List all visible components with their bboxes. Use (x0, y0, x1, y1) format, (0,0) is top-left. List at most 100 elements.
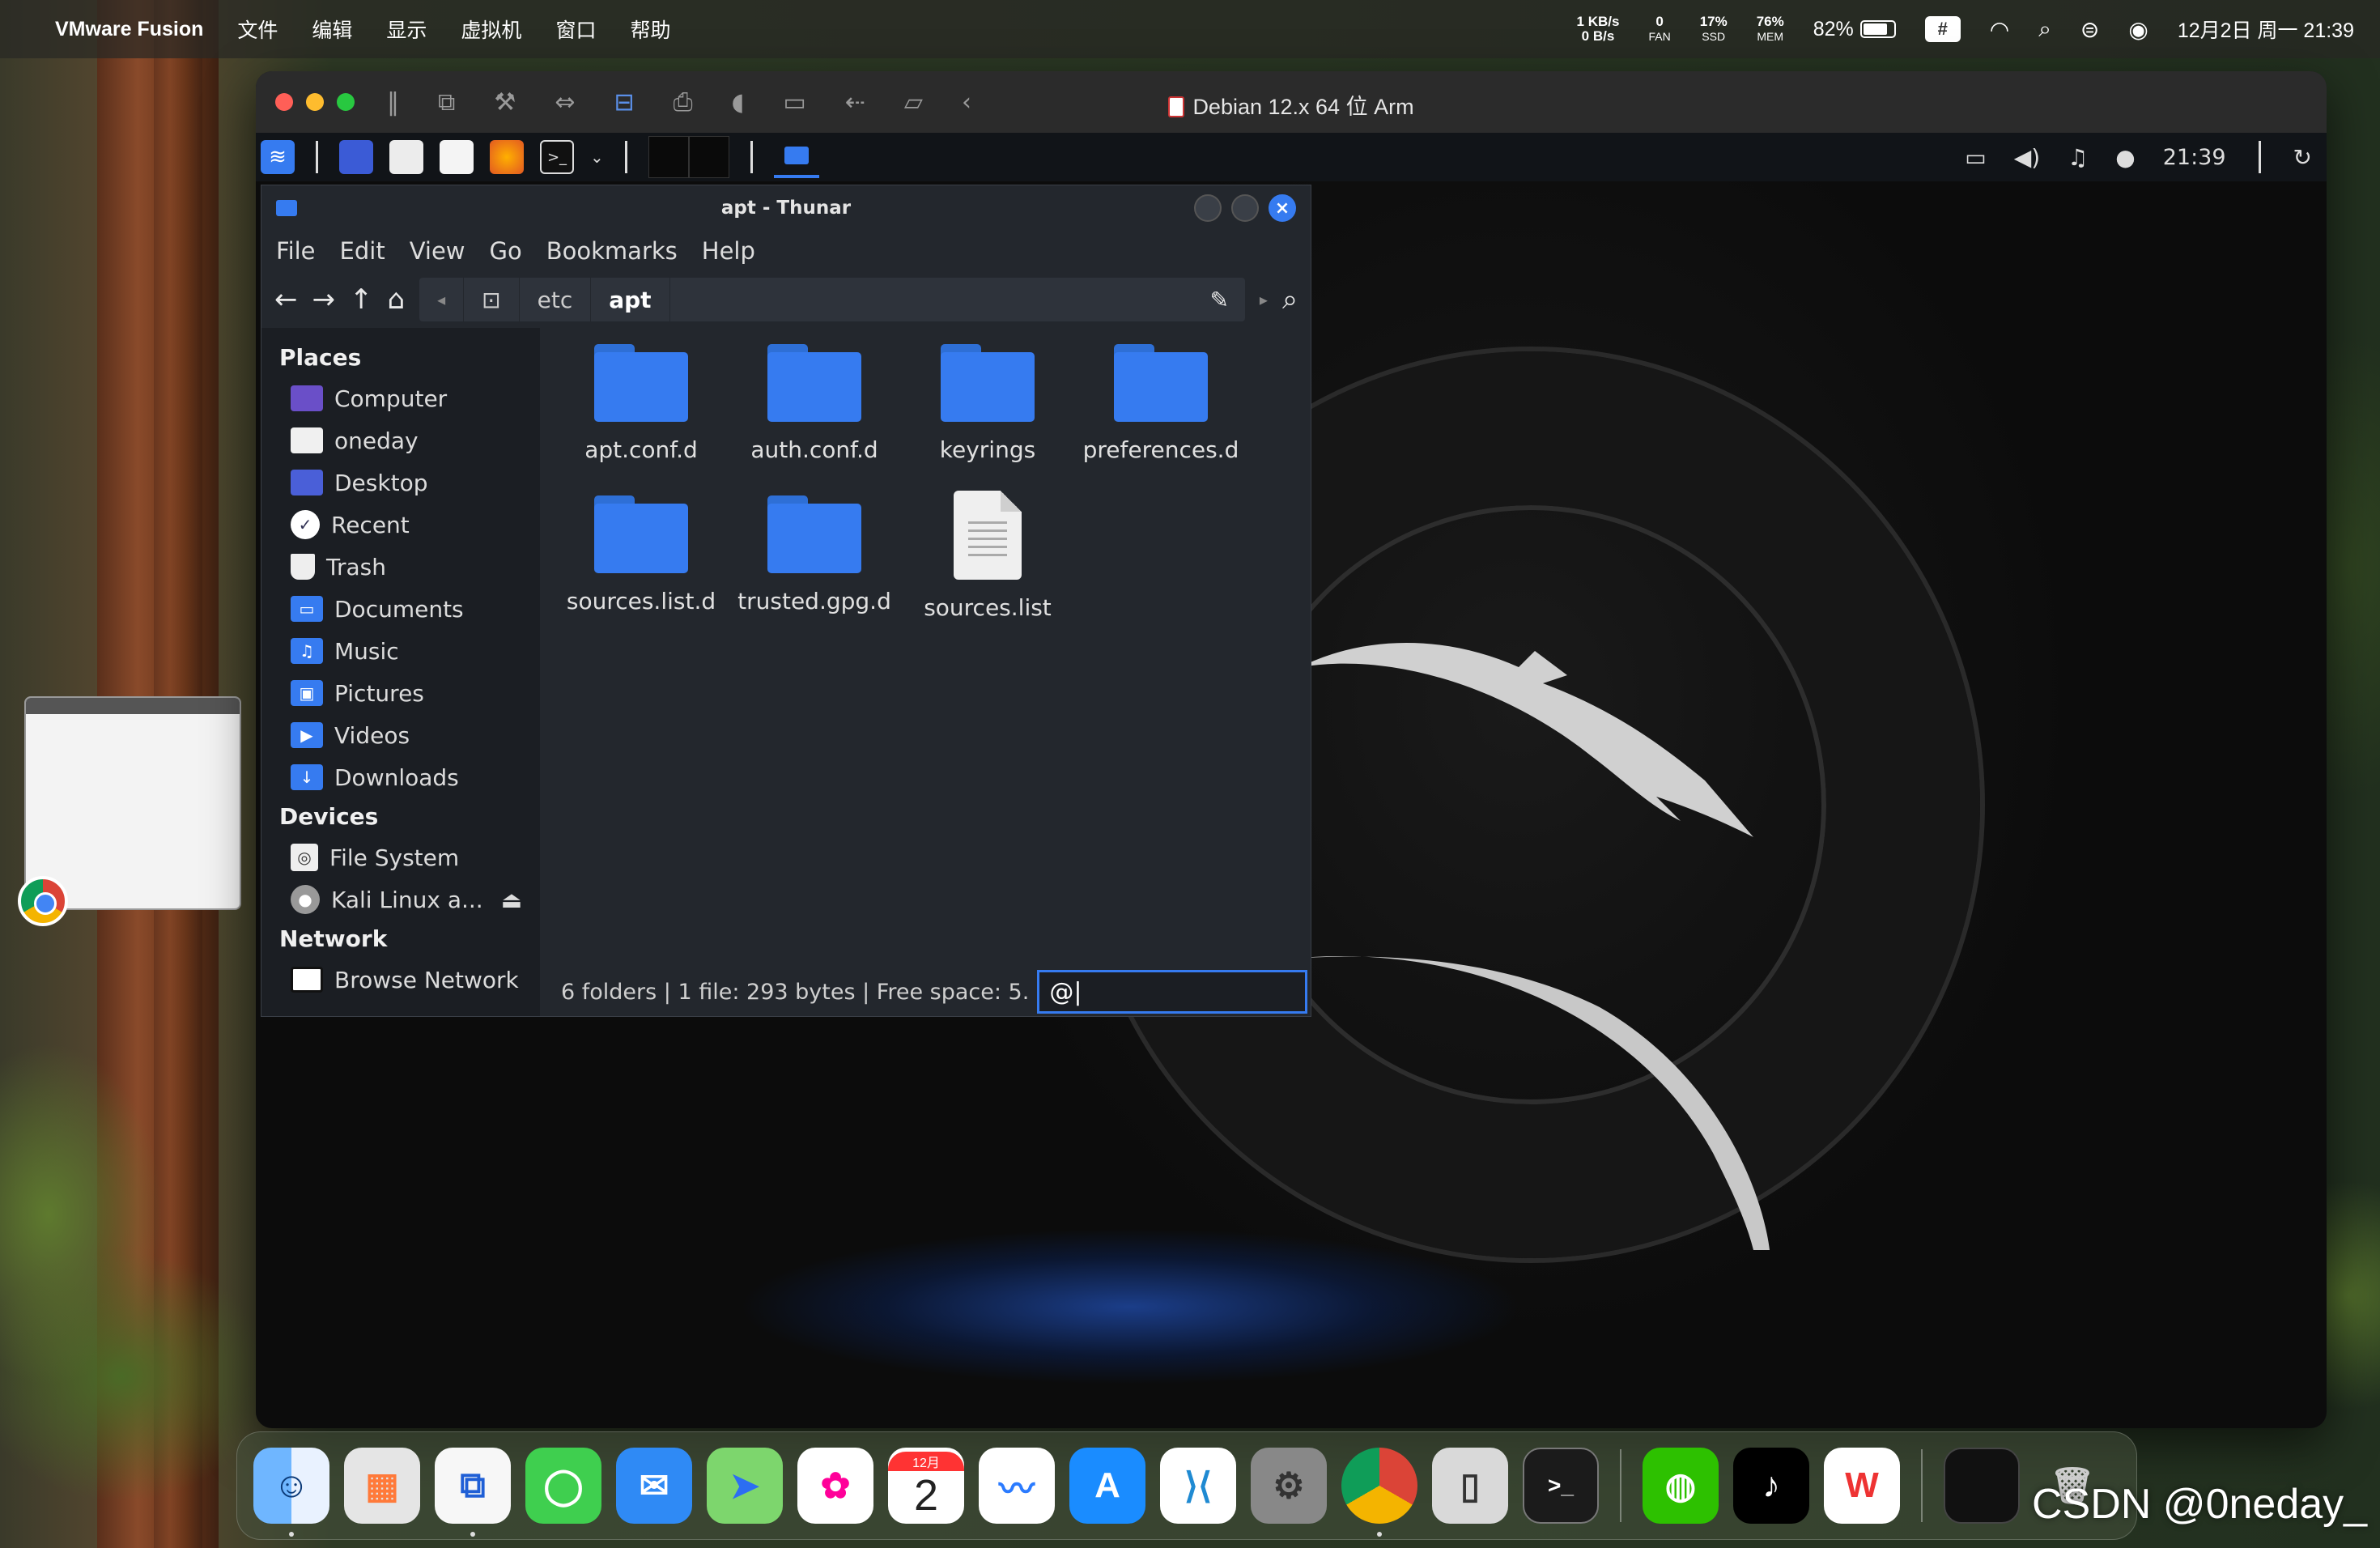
freeform-icon[interactable]: 〰 (979, 1448, 1055, 1524)
notification-bell-icon[interactable]: ♫ (2068, 144, 2088, 171)
terminal-icon[interactable]: >_ (1523, 1448, 1599, 1524)
workspace-switcher[interactable] (648, 136, 729, 178)
battery-indicator[interactable]: 82% (1813, 18, 1896, 41)
snapshot-icon[interactable]: ⧉ (438, 88, 455, 117)
printer-icon[interactable]: ⎙ (674, 88, 693, 117)
file-item[interactable]: trusted.gpg.d (728, 491, 901, 621)
launchpad-icon[interactable]: ▦ (344, 1448, 420, 1524)
maximize-button[interactable] (1231, 194, 1259, 222)
siri-icon[interactable]: ◉ (2128, 16, 2148, 43)
memory-indicator[interactable]: 76% MEM (1757, 15, 1784, 44)
file-item[interactable]: sources.list (901, 491, 1074, 621)
display-icon[interactable]: ▭ (1965, 144, 1986, 171)
photos-icon[interactable]: ✿ (797, 1448, 873, 1524)
sidebar-item-recent[interactable]: ✓ Recent (279, 504, 540, 546)
chrome-icon[interactable] (1341, 1448, 1417, 1537)
app-store-icon[interactable]: A (1069, 1448, 1145, 1524)
close-window-button[interactable] (275, 93, 293, 111)
sidebar-item-desktop[interactable]: Desktop (279, 461, 540, 504)
path-segment-etc[interactable]: etc (520, 278, 592, 321)
path-scroll-right-icon[interactable]: ▸ (1260, 290, 1268, 309)
chevron-down-icon[interactable]: ⌄ (590, 147, 604, 167)
minimize-button[interactable] (1194, 194, 1222, 222)
vmware-fusion-icon[interactable]: ⧉ (435, 1448, 511, 1537)
path-scroll-left-icon[interactable]: ◂ (419, 278, 465, 321)
power-manager-icon[interactable]: ● (2115, 144, 2135, 171)
path-segment-apt[interactable]: apt (591, 278, 670, 321)
vm-window-thumbnail[interactable] (1944, 1448, 2020, 1524)
up-arrow-icon[interactable]: ↑ (350, 283, 373, 316)
back-arrow-icon[interactable]: ← (274, 283, 298, 316)
shared-folder-icon[interactable]: ▱ (904, 88, 923, 117)
iphone-mirroring-icon[interactable]: ▯ (1432, 1448, 1508, 1524)
zoom-window-button[interactable] (337, 93, 355, 111)
resize-icon[interactable]: ⇔ (555, 88, 575, 117)
minimized-window-thumbnail[interactable] (24, 696, 241, 910)
menu-help[interactable]: 帮助 (630, 15, 670, 44)
menu-help[interactable]: Help (702, 237, 755, 265)
sidebar-item-browse-network[interactable]: Browse Network (279, 959, 540, 1001)
firefox-icon[interactable] (490, 140, 524, 174)
terminal-icon[interactable]: >_ (540, 140, 574, 174)
text-editor-icon[interactable] (440, 140, 474, 174)
logout-icon[interactable]: ↻ (2293, 144, 2312, 171)
sidebar-item-oneday[interactable]: oneday (279, 419, 540, 461)
menu-vm[interactable]: 虚拟机 (461, 15, 521, 44)
search-icon[interactable]: ⌕ (1282, 283, 1298, 316)
camera-icon[interactable]: ▭ (783, 88, 805, 117)
file-item[interactable]: apt.conf.d (555, 339, 728, 463)
menubar-clock[interactable]: 12月2日 周一 21:39 (2178, 15, 2354, 44)
search-input[interactable]: @| (1037, 970, 1308, 1014)
network-speed-indicator[interactable]: 1 KB/s 0 B/s (1577, 15, 1620, 44)
system-settings-icon[interactable]: ⚙ (1251, 1448, 1327, 1524)
spotlight-search-icon[interactable]: ⌕ (2038, 16, 2051, 43)
eject-icon[interactable]: ⏏ (501, 887, 522, 913)
mail-icon[interactable]: ✉ (616, 1448, 692, 1524)
sidebar-item-computer[interactable]: Computer (279, 377, 540, 419)
messages-icon[interactable]: ◯ (525, 1448, 601, 1524)
fan-indicator[interactable]: 0 FAN (1648, 15, 1670, 44)
file-item[interactable]: keyrings (901, 339, 1074, 463)
menu-go[interactable]: Go (490, 237, 522, 265)
file-item[interactable]: auth.conf.d (728, 339, 901, 463)
sidebar-item-kali-linux[interactable]: ● Kali Linux a... ⏏ (279, 878, 540, 921)
settings-wrench-icon[interactable]: ⚒ (494, 88, 516, 117)
file-item[interactable]: preferences.d (1074, 339, 1247, 463)
pause-icon[interactable]: ‖ (387, 88, 399, 117)
sound-icon[interactable]: ◖ (732, 88, 745, 117)
menu-view[interactable]: View (410, 237, 465, 265)
sidebar-item-trash[interactable]: Trash (279, 546, 540, 588)
sidebar-item-videos[interactable]: ▶ Videos (279, 714, 540, 756)
menu-window[interactable]: 窗口 (555, 15, 596, 44)
sidebar-item-music[interactable]: ♫ Music (279, 630, 540, 672)
ssd-indicator[interactable]: 17% SSD (1700, 15, 1728, 44)
root-drive-icon[interactable]: ⊡ (464, 278, 520, 321)
chevron-left-icon[interactable]: ‹ (962, 88, 971, 117)
menu-bookmarks[interactable]: Bookmarks (546, 237, 678, 265)
kali-menu-icon[interactable]: ≋ (261, 140, 295, 174)
wifi-icon[interactable]: ◠ (1990, 16, 2009, 43)
finder-icon[interactable]: ☺ (253, 1448, 329, 1537)
usb-icon[interactable]: ⇠ (845, 88, 865, 117)
chrome-icon[interactable] (18, 876, 68, 926)
menu-edit[interactable]: 编辑 (312, 15, 352, 44)
show-desktop-icon[interactable] (339, 140, 373, 174)
kali-clock[interactable]: 21:39 (2163, 145, 2226, 170)
control-center-icon[interactable]: ⊜ (2080, 16, 2099, 43)
file-manager-icon[interactable] (389, 140, 423, 174)
menu-file[interactable]: File (276, 237, 316, 265)
sidebar-item-documents[interactable]: ▭ Documents (279, 588, 540, 630)
menu-file[interactable]: 文件 (237, 15, 278, 44)
maps-icon[interactable]: ➤ (707, 1448, 783, 1524)
sidebar-item-file-system[interactable]: ◎ File System (279, 836, 540, 878)
vscode-icon[interactable]: ⟩⟨ (1160, 1448, 1236, 1524)
edit-path-icon[interactable]: ✎ (1193, 287, 1244, 313)
sidebar-item-downloads[interactable]: ↓ Downloads (279, 756, 540, 798)
wps-icon[interactable]: W (1824, 1448, 1900, 1524)
volume-icon[interactable]: ◀) (2014, 144, 2040, 171)
wechat-icon[interactable]: ◍ (1643, 1448, 1719, 1524)
calendar-icon[interactable]: 12月 2 (888, 1448, 964, 1524)
taskbar-thunar-button[interactable] (773, 136, 819, 178)
file-item[interactable]: sources.list.d (555, 491, 728, 621)
home-icon[interactable]: ⌂ (388, 283, 406, 316)
